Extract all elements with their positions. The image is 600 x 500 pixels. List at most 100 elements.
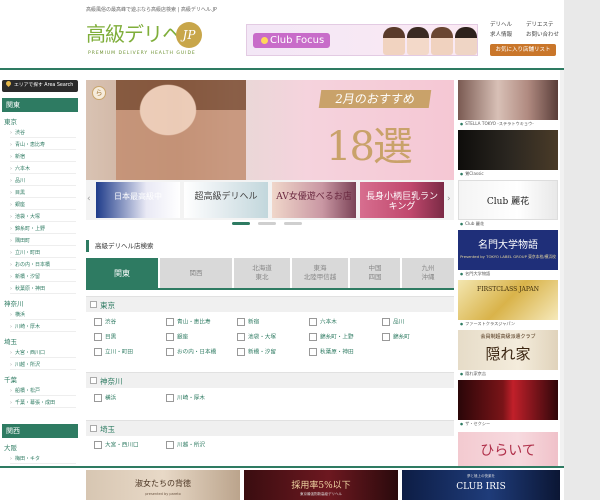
banner-image: 会員制超高級派遣クラブ 隠れ家: [458, 330, 558, 370]
banner-image: [458, 380, 558, 420]
sidebar-item[interactable]: 銀座: [10, 200, 76, 210]
slider-thumbnails: ‹ 日本最高級中 超高級デリヘル AV女優遊べるお店 長身小柄巨乳ランキング ›: [86, 180, 454, 220]
banner-image: [458, 130, 558, 170]
tab-kansai[interactable]: 関西: [160, 258, 232, 288]
hero-seal: ら: [92, 86, 106, 100]
banner-image: Club 麗花: [458, 180, 558, 220]
area-checkbox[interactable]: 川越・所沢: [166, 441, 205, 450]
sidebar-item[interactable]: 青山・恵比寿: [10, 140, 76, 150]
region-tabs: 関東 関西 北海道 東北 東海 北陸甲信越 中国 四国 九州 沖縄: [86, 258, 454, 288]
header-divider: [0, 68, 600, 70]
sidebar-item[interactable]: 船橋・松戸: [10, 386, 76, 396]
section-label: 東京: [100, 301, 115, 310]
sidebar-item[interactable]: 隅田町: [10, 236, 76, 246]
tab-hokkaido-tohoku[interactable]: 北海道 東北: [234, 258, 290, 288]
sidebar-item[interactable]: 目黒: [10, 188, 76, 198]
bottom-banner[interactable]: 淑女たちの背徳 presented by pareto: [86, 470, 240, 500]
pref-chiba[interactable]: 千葉: [4, 374, 17, 384]
area-checkbox[interactable]: 新橋・汐留: [237, 348, 276, 357]
link-deli-esthe[interactable]: デリエステ: [526, 20, 554, 28]
slider-thumb[interactable]: 長身小柄巨乳ランキング: [360, 182, 444, 218]
pref-osaka[interactable]: 大阪: [4, 442, 17, 452]
sidebar-item[interactable]: 大宮・西川口: [10, 348, 76, 358]
area-checkbox[interactable]: 目黒: [94, 333, 116, 342]
region-kansai[interactable]: 関西: [2, 424, 78, 438]
banner-image: FIRSTCLASS JAPAN: [458, 280, 558, 320]
header-ad-banner[interactable]: Club Focus: [246, 24, 478, 56]
area-checkbox[interactable]: 横浜: [94, 394, 116, 403]
sidebar-item[interactable]: 品川: [10, 176, 76, 186]
area-checkbox[interactable]: 錦糸町・上野: [309, 333, 354, 342]
area-checkbox[interactable]: 銀座: [166, 333, 188, 342]
area-checkbox[interactable]: 秋葉原・神田: [309, 348, 354, 357]
sidebar-item[interactable]: 千葉・幕張・成田: [10, 398, 76, 408]
banner-image: ひらいて: [458, 432, 558, 466]
area-checkbox[interactable]: 品川: [382, 318, 404, 327]
sidebar-item[interactable]: 横浜: [10, 310, 76, 320]
area-checkbox[interactable]: 青山・恵比寿: [166, 318, 211, 327]
banner-photo: [455, 27, 477, 55]
section-saitama: 埼玉: [86, 420, 454, 436]
tab-tokai[interactable]: 東海 北陸甲信越: [292, 258, 348, 288]
slider-thumb[interactable]: 超高級デリヘル: [184, 182, 268, 218]
slider-next-icon[interactable]: ›: [447, 194, 451, 204]
slider-dot[interactable]: [284, 222, 302, 225]
pref-kanagawa[interactable]: 神奈川: [4, 298, 24, 308]
area-checkbox[interactable]: 渋谷: [94, 318, 116, 327]
sidebar-item[interactable]: おの内・日本橋: [10, 260, 76, 270]
sidebar-item[interactable]: 新宿: [10, 152, 76, 162]
hero-slide[interactable]: ら 2月のおすすめ 18選: [86, 80, 454, 180]
area-checkbox[interactable]: 六本木: [309, 318, 337, 327]
section-checkbox[interactable]: [90, 377, 97, 384]
bottom-banners: 淑女たちの背徳 presented by pareto 採用率5%以下 東京最強…: [86, 470, 560, 500]
hero-number: 18選: [326, 124, 413, 170]
tab-underline: [86, 288, 454, 290]
banner-photo: [407, 27, 429, 55]
sidebar-item[interactable]: 池袋・大塚: [10, 212, 76, 222]
slider-dot[interactable]: [258, 222, 276, 225]
link-recruit[interactable]: 求人情報: [490, 30, 512, 38]
banner-photo: [431, 27, 453, 55]
area-checkbox[interactable]: 池袋・大塚: [237, 333, 276, 342]
sidebar: エリアで探す Area Search 関東 東京 渋谷 青山・恵比寿 新宿 六本…: [0, 80, 80, 466]
section-checkbox[interactable]: [90, 425, 97, 432]
area-checkbox[interactable]: 川崎・厚木: [166, 394, 205, 403]
site-logo[interactable]: 高級デリヘル JP PREMIUM DELIVERY HEALTH GUIDE: [86, 16, 236, 60]
slider-dot-active[interactable]: [232, 222, 250, 225]
hero-photo: [116, 80, 246, 180]
hero-title: 2月のおすすめ: [318, 90, 432, 108]
bottom-banner[interactable]: CLUB IRIS 夢と極上の快楽を: [402, 470, 560, 500]
sidebar-item[interactable]: 川崎・厚木: [10, 322, 76, 332]
area-checkbox[interactable]: 錦糸町: [382, 333, 410, 342]
pref-saitama[interactable]: 埼玉: [4, 336, 17, 346]
store-list-button[interactable]: お気に入り店舗リスト: [490, 44, 556, 56]
sidebar-item[interactable]: 梅田・キタ: [10, 454, 76, 464]
link-deliheru[interactable]: デリヘル: [490, 20, 512, 28]
sidebar-item[interactable]: 秋葉原・神田: [10, 284, 76, 294]
slider-thumb[interactable]: AV女優遊べるお店: [272, 182, 356, 218]
sidebar-item[interactable]: 六本木: [10, 164, 76, 174]
slider-thumb[interactable]: 日本最高級中: [96, 182, 180, 218]
tab-kyushu-okinawa[interactable]: 九州 沖縄: [402, 258, 454, 288]
tab-kanto[interactable]: 関東: [86, 258, 158, 288]
sidebar-item[interactable]: 新橋・汐留: [10, 272, 76, 282]
pref-tokyo[interactable]: 東京: [4, 116, 17, 126]
map-pin-icon: [4, 80, 13, 88]
tab-chugoku-shikoku[interactable]: 中国 四国: [350, 258, 400, 288]
area-checkbox[interactable]: おの内・日本橋: [166, 348, 216, 357]
link-contact[interactable]: お問い合わせ: [526, 30, 559, 38]
sidebar-item[interactable]: 立川・町田: [10, 248, 76, 258]
area-checkbox[interactable]: 立川・町田: [94, 348, 133, 357]
banner-club-label: Club Focus: [253, 33, 331, 48]
bottom-banner[interactable]: 採用率5%以下 東京最強則新高級デリヘル: [244, 470, 398, 500]
sidebar-item[interactable]: 渋谷: [10, 128, 76, 138]
slider-prev-icon[interactable]: ‹: [87, 194, 91, 204]
area-checkbox[interactable]: 新宿: [237, 318, 259, 327]
sidebar-item[interactable]: 錦糸町・上野: [10, 224, 76, 234]
section-label: 埼玉: [100, 425, 115, 434]
sidebar-item[interactable]: 川越・所沢: [10, 360, 76, 370]
region-kanto[interactable]: 関東: [2, 98, 78, 112]
site-tagline: 高級風俗の最高峰で遊ぶなら高級店検索 | 高級デリヘル.JP: [86, 7, 217, 13]
area-checkbox[interactable]: 大宮・西川口: [94, 441, 139, 450]
section-checkbox[interactable]: [90, 301, 97, 308]
